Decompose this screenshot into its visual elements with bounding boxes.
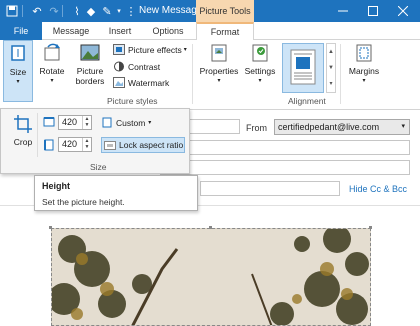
inserted-picture[interactable] xyxy=(51,228,371,326)
eraser-icon[interactable]: ◆ xyxy=(84,4,98,18)
from-label: From xyxy=(246,123,267,133)
picture-effects-icon xyxy=(113,44,125,55)
autumn-tree-image xyxy=(52,229,370,325)
from-value: certifiedpedant@live.com xyxy=(278,122,380,132)
cc-field[interactable] xyxy=(160,140,410,155)
tooltip-description: Set the picture height. xyxy=(42,197,125,207)
contrast-button[interactable]: Contrast xyxy=(113,61,160,72)
picture-tools-context-tab: Picture Tools xyxy=(196,0,254,22)
chevron-down-icon: ▾ xyxy=(148,120,152,126)
separator xyxy=(37,113,38,157)
height-spinner[interactable]: ▲ ▼ xyxy=(82,138,91,151)
height-icon xyxy=(44,139,54,151)
picture-borders-label-1: Picture xyxy=(76,66,104,76)
maximize-icon[interactable] xyxy=(358,0,388,22)
crop-label: Crop xyxy=(13,137,33,147)
resize-handle[interactable] xyxy=(49,226,52,229)
size-button[interactable]: Size ▾ xyxy=(3,40,33,102)
watermark-label: Watermark xyxy=(128,77,170,88)
size-panel: Crop 420 ▲ ▼ 420 ▲ ▼ Custom ▾ Lock aspect … xyxy=(0,108,190,174)
resize-handle[interactable] xyxy=(369,226,372,229)
chevron-down-icon: ▾ xyxy=(183,47,187,53)
settings-label: Settings xyxy=(244,66,276,76)
crop-button[interactable]: Crop xyxy=(11,113,35,147)
picture-effects-button[interactable]: Picture effects ▾ xyxy=(113,44,187,55)
undo-icon[interactable]: ↶ xyxy=(30,4,44,18)
width-input[interactable]: 420 ▲ ▼ xyxy=(58,115,92,130)
align-inline-icon xyxy=(290,49,316,85)
custom-size-button[interactable]: Custom ▾ xyxy=(101,117,151,128)
height-input[interactable]: 420 ▲ ▼ xyxy=(58,137,92,152)
picture-borders-icon xyxy=(80,44,100,61)
lock-aspect-ratio-button[interactable]: Lock aspect ratio xyxy=(101,137,185,153)
attach-icon[interactable]: ⌇ xyxy=(70,4,84,18)
contrast-icon xyxy=(114,61,124,72)
gallery-scroll[interactable]: ▲ ▼ ▾ xyxy=(326,43,336,93)
chevron-down-icon: ▾ xyxy=(50,78,54,84)
rotate-label: Rotate xyxy=(39,66,65,76)
from-select[interactable]: certifiedpedant@live.com ▾ xyxy=(274,119,410,135)
rotate-icon xyxy=(44,43,60,61)
picture-styles-group-label: Picture styles xyxy=(107,96,158,106)
tab-insert[interactable]: Insert xyxy=(100,22,140,40)
custom-label: Custom xyxy=(116,117,146,128)
tab-options[interactable]: Options xyxy=(146,22,190,40)
width-spinner[interactable]: ▲ ▼ xyxy=(82,116,91,129)
resize-handle[interactable] xyxy=(209,226,212,229)
tab-message[interactable]: Message xyxy=(48,22,94,40)
lock-aspect-label: Lock aspect ratio xyxy=(119,140,184,150)
ribbon-separator xyxy=(192,44,193,104)
ribbon-separator xyxy=(340,44,341,104)
save-icon[interactable] xyxy=(5,4,19,18)
properties-label: Properties xyxy=(199,66,239,76)
tab-format[interactable]: Format xyxy=(196,22,254,41)
custom-size-icon xyxy=(102,117,112,128)
margins-label: Margins xyxy=(348,66,380,76)
tab-file[interactable]: File xyxy=(0,22,42,40)
watermark-button[interactable]: Watermark xyxy=(113,77,169,88)
chevron-down-icon: ▾ xyxy=(362,78,366,84)
alignment-group-label: Alignment xyxy=(288,96,326,106)
close-icon[interactable] xyxy=(388,0,418,22)
title-bar: ↶ ↷ ⌇ ◆ ✎ ▾ ⋮ New Messag... Picture Tool… xyxy=(0,0,420,22)
alignment-gallery-item[interactable] xyxy=(282,43,324,93)
rotate-button[interactable]: Rotate ▾ xyxy=(37,42,67,86)
height-tooltip: Height Set the picture height. xyxy=(34,175,198,211)
crop-icon xyxy=(14,115,32,133)
watermark-icon xyxy=(113,77,125,88)
size-label: Size xyxy=(9,67,27,77)
width-icon xyxy=(43,117,55,127)
size-group-label: Size xyxy=(90,162,107,172)
picture-borders-button[interactable]: Picture borders xyxy=(70,42,110,86)
tooltip-title: Height xyxy=(42,181,70,191)
margins-icon xyxy=(356,44,372,62)
more-icon[interactable]: ⋮ xyxy=(124,4,138,18)
subject-field[interactable] xyxy=(200,181,340,196)
margins-button[interactable]: Margins ▾ xyxy=(344,42,384,86)
properties-button[interactable]: Properties ▾ xyxy=(197,42,241,86)
hide-cc-bcc-link[interactable]: Hide Cc & Bcc xyxy=(349,184,407,194)
contrast-label: Contrast xyxy=(128,61,161,72)
ribbon-tabs: File Message Insert Options Format xyxy=(0,22,420,41)
chevron-down-icon: ▾ xyxy=(401,123,405,130)
aspect-ratio-icon xyxy=(104,140,116,150)
height-value: 420 xyxy=(62,139,78,149)
redo-icon[interactable]: ↷ xyxy=(47,4,61,18)
separator xyxy=(62,5,63,17)
ribbon: Size ▾ Rotate ▾ Picture borders Picture … xyxy=(0,40,420,110)
chevron-down-icon: ▾ xyxy=(217,78,221,84)
separator xyxy=(22,5,23,17)
width-value: 420 xyxy=(62,117,78,127)
settings-button[interactable]: Settings ▾ xyxy=(242,42,278,86)
bcc-field[interactable] xyxy=(160,160,410,175)
size-icon xyxy=(11,45,25,61)
chevron-down-icon: ▾ xyxy=(258,78,262,84)
minimize-icon[interactable] xyxy=(328,0,358,22)
picture-borders-label-2: borders xyxy=(75,76,105,86)
chevron-down-icon: ▾ xyxy=(16,79,20,85)
settings-icon xyxy=(252,44,268,62)
picture-effects-label: Picture effects xyxy=(128,44,182,55)
properties-icon xyxy=(211,44,227,62)
